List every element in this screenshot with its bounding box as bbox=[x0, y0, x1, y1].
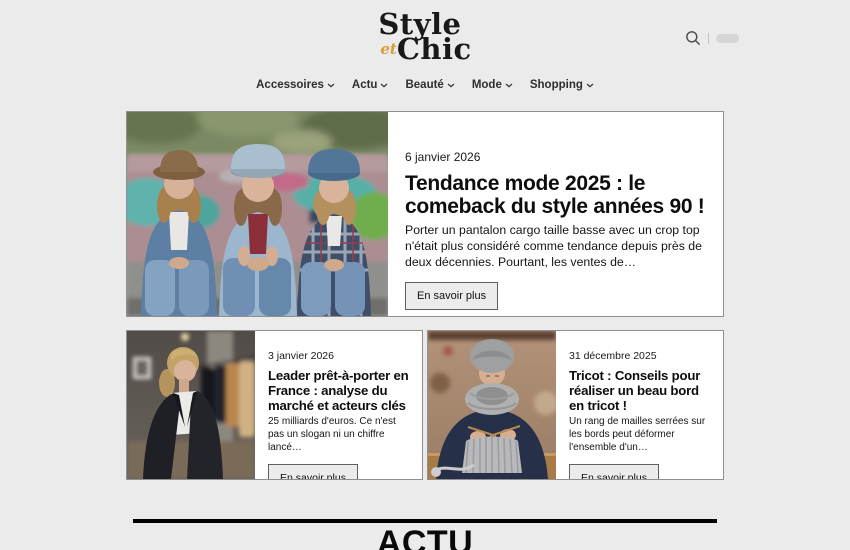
nav-label: Actu bbox=[352, 79, 378, 91]
article-date: 31 décembre 2025 bbox=[569, 350, 715, 362]
chevron-down-icon bbox=[380, 79, 388, 91]
featured-article-card: 6 janvier 2026 Tendance mode 2025 : le c… bbox=[126, 111, 724, 317]
theme-toggle-pill[interactable] bbox=[716, 34, 739, 43]
nav-item-accessoires[interactable]: Accessoires bbox=[256, 79, 335, 91]
actu-section-header: ACTU bbox=[126, 519, 724, 550]
article-title[interactable]: Tricot : Conseils pour réaliser un beau … bbox=[569, 369, 715, 414]
articles-row: 3 janvier 2026 Leader prêt-à-porter en F… bbox=[126, 330, 724, 480]
nav-label: Mode bbox=[472, 79, 502, 91]
main-nav: Accessoires Actu Beauté Mode Shopping bbox=[0, 79, 850, 91]
article-image[interactable] bbox=[428, 331, 556, 479]
article-body: 31 décembre 2025 Tricot : Conseils pour … bbox=[556, 331, 723, 479]
article-card-pret-a-porter: 3 janvier 2026 Leader prêt-à-porter en F… bbox=[126, 330, 423, 480]
article-title[interactable]: Tendance mode 2025 : le comeback du styl… bbox=[405, 173, 709, 218]
site-logo[interactable]: Style etChic bbox=[378, 9, 471, 66]
search-button[interactable] bbox=[685, 30, 701, 46]
article-date: 3 janvier 2026 bbox=[268, 350, 414, 362]
article-card-tricot: 31 décembre 2025 Tricot : Conseils pour … bbox=[427, 330, 724, 480]
article-body: 3 janvier 2026 Leader prêt-à-porter en F… bbox=[255, 331, 422, 479]
chevron-down-icon bbox=[327, 79, 335, 91]
nav-label: Shopping bbox=[530, 79, 583, 91]
search-icon bbox=[685, 34, 701, 49]
main-content: 6 janvier 2026 Tendance mode 2025 : le c… bbox=[126, 111, 724, 550]
nav-label: Accessoires bbox=[256, 79, 324, 91]
featured-article-body: 6 janvier 2026 Tendance mode 2025 : le c… bbox=[388, 112, 723, 316]
logo-line2: etChic bbox=[378, 32, 471, 66]
section-title-actu: ACTU bbox=[126, 524, 724, 550]
read-more-button[interactable]: En savoir plus bbox=[268, 464, 358, 481]
nav-label: Beauté bbox=[405, 79, 443, 91]
header-utilities bbox=[685, 30, 739, 46]
read-more-button[interactable]: En savoir plus bbox=[405, 282, 498, 310]
logo-word-chic: Chic bbox=[397, 32, 472, 66]
article-image[interactable] bbox=[127, 331, 255, 479]
nav-item-mode[interactable]: Mode bbox=[472, 79, 513, 91]
nav-item-beaute[interactable]: Beauté bbox=[405, 79, 454, 91]
logo-word-et: et bbox=[380, 40, 396, 58]
section-divider bbox=[133, 519, 717, 523]
featured-article-image[interactable] bbox=[127, 112, 388, 316]
chevron-down-icon bbox=[505, 79, 513, 91]
article-excerpt: 25 milliards d'euros. Ce n'est pas un sl… bbox=[268, 416, 414, 454]
header-divider bbox=[708, 33, 709, 44]
article-date: 6 janvier 2026 bbox=[405, 150, 709, 164]
chevron-down-icon bbox=[586, 79, 594, 91]
article-title[interactable]: Leader prêt-à-porter en France : analyse… bbox=[268, 369, 414, 414]
article-excerpt: Porter un pantalon cargo taille basse av… bbox=[405, 223, 709, 271]
nav-item-shopping[interactable]: Shopping bbox=[530, 79, 594, 91]
chevron-down-icon bbox=[447, 79, 455, 91]
article-excerpt: Un rang de mailles serrées sur les bords… bbox=[569, 416, 715, 454]
read-more-button[interactable]: En savoir plus bbox=[569, 464, 659, 481]
site-header: Style etChic bbox=[0, 0, 850, 66]
nav-item-actu[interactable]: Actu bbox=[352, 79, 389, 91]
